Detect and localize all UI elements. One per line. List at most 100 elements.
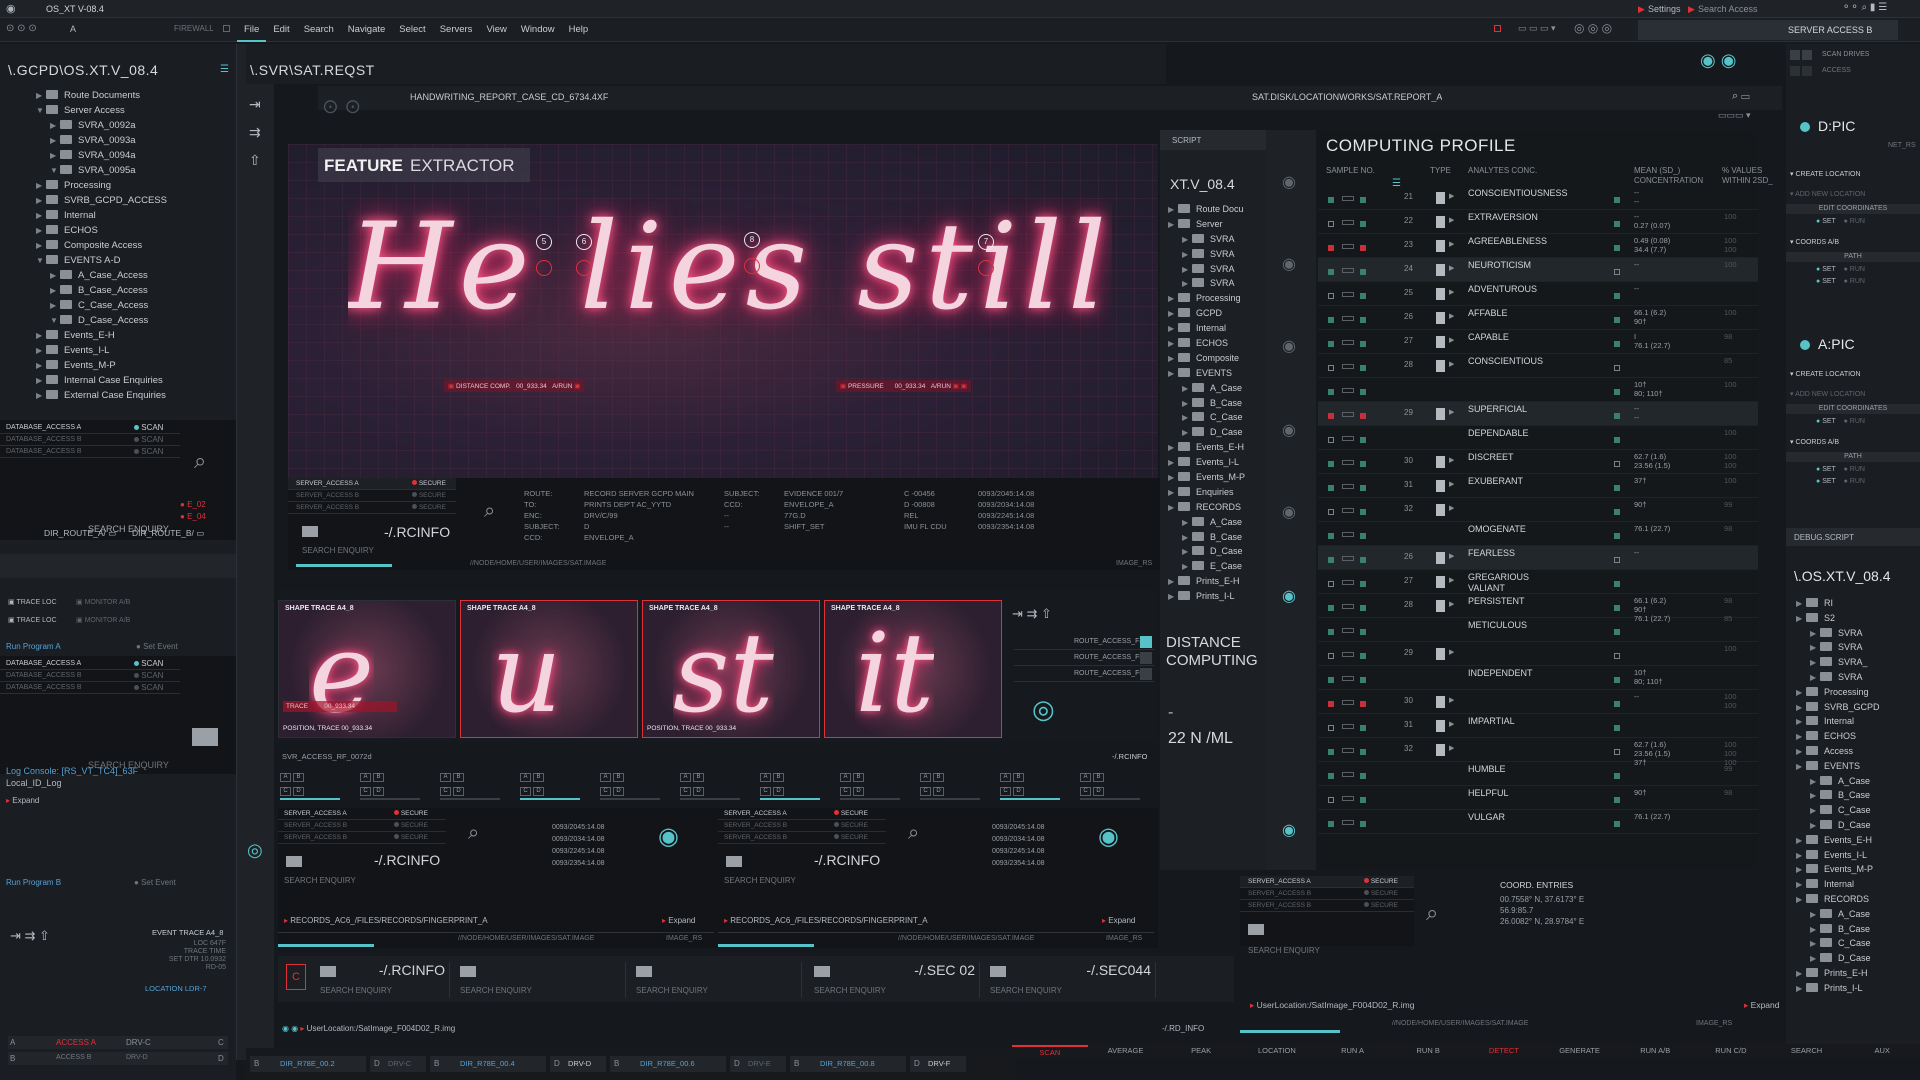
shield-icon[interactable]: ◉ bbox=[658, 822, 679, 851]
marker-5[interactable]: 5 bbox=[536, 234, 552, 250]
cell-b[interactable]: B bbox=[373, 773, 384, 782]
script-tree-item[interactable]: ▶ EVENTS bbox=[1164, 366, 1266, 381]
script-tree-item[interactable]: ▶ C_Case bbox=[1164, 410, 1266, 425]
menu-file[interactable]: File bbox=[237, 18, 267, 42]
right-tree-item[interactable]: ▶ D_Case bbox=[1790, 818, 1918, 833]
debug-script-tab[interactable]: DEBUG.SCRIPT bbox=[1786, 528, 1920, 546]
dir-slot[interactable]: D DRV-E bbox=[730, 1056, 786, 1072]
tree-item[interactable]: ▶ SVRB_GCPD_ACCESS bbox=[0, 193, 236, 208]
cell-c[interactable]: C bbox=[1080, 787, 1091, 796]
tab-scan[interactable]: SCAN bbox=[1012, 1045, 1088, 1057]
chevron-right-icon[interactable]: ▶ bbox=[1168, 203, 1178, 218]
right-tree-item[interactable]: ▶ Access bbox=[1790, 744, 1918, 759]
target-icons[interactable]: ◎ ◎ ◎ bbox=[1574, 21, 1612, 35]
script-tree-item[interactable]: ▶ A_Case bbox=[1164, 515, 1266, 530]
shape-trace-card[interactable]: SHAPE TRACE A4_8 u bbox=[460, 600, 638, 738]
cell-a[interactable]: A bbox=[360, 773, 371, 782]
folder-icon[interactable] bbox=[990, 966, 1006, 977]
dir-slot[interactable]: B DIR_R78E_00.6 bbox=[610, 1056, 726, 1072]
route-access-toggle[interactable] bbox=[1140, 668, 1152, 680]
right-tree-item[interactable]: ▶ Events_I-L bbox=[1790, 848, 1918, 863]
cell-a[interactable]: A bbox=[760, 773, 771, 782]
chevron-right-icon[interactable]: ▶ bbox=[1182, 248, 1192, 263]
drive-3[interactable] bbox=[1790, 66, 1800, 76]
right-tree-item[interactable]: ▶ S2 bbox=[1790, 611, 1918, 626]
chevron-right-icon[interactable]: ▶ bbox=[1168, 322, 1178, 337]
doc-icon[interactable] bbox=[1436, 456, 1445, 468]
tree-item[interactable]: ▶ SVRA_0094a bbox=[0, 148, 236, 163]
shield-icon[interactable]: ◉ bbox=[1098, 822, 1119, 851]
right-tree-item[interactable]: ▶ B_Case bbox=[1790, 922, 1918, 937]
tab-run-c-d[interactable]: RUN C/D bbox=[1693, 1045, 1769, 1057]
cell-b[interactable]: B bbox=[933, 773, 944, 782]
cell-d[interactable]: D bbox=[613, 787, 624, 796]
script-tree-item[interactable]: ▶ Events_E-H bbox=[1164, 440, 1266, 455]
chevron-down-icon[interactable]: ▼ bbox=[50, 163, 60, 178]
c-badge[interactable]: C bbox=[286, 964, 306, 990]
doc-icon[interactable] bbox=[1436, 240, 1445, 252]
profile-row[interactable]: HELPFUL 90† 98 bbox=[1318, 786, 1758, 810]
cell-b[interactable]: B bbox=[773, 773, 784, 782]
server-access-row[interactable]: SERVER_ACCESS B SECURE bbox=[718, 832, 886, 844]
rcinfo-label[interactable]: -/.RCINFO bbox=[814, 852, 880, 868]
tab-aux[interactable]: AUX bbox=[1844, 1045, 1920, 1057]
play-icon[interactable]: ▶ bbox=[1449, 480, 1454, 488]
forward-icon[interactable]: ⇉ bbox=[249, 124, 261, 141]
shape-action-icons[interactable]: ⇥ ⇉ ⇧ bbox=[1012, 606, 1052, 622]
script-tree-item[interactable]: ▶ D_Case bbox=[1164, 425, 1266, 440]
script-tree-item[interactable]: ▶ SVRA bbox=[1164, 276, 1266, 291]
search-enquiry[interactable]: SEARCH ENQUIRY bbox=[460, 986, 532, 995]
chevron-right-icon[interactable]: ▶ bbox=[36, 223, 46, 238]
chevron-right-icon[interactable]: ▶ bbox=[1182, 263, 1192, 278]
right-tree-item[interactable]: ▶ SVRB_GCPD bbox=[1790, 700, 1918, 715]
route-access-toggle[interactable] bbox=[1140, 636, 1152, 648]
chevron-right-icon[interactable]: ▶ bbox=[50, 298, 60, 313]
play-icon[interactable]: ▶ bbox=[1449, 720, 1454, 728]
profile-expand[interactable]: ▸ Expand bbox=[1744, 1000, 1780, 1011]
dial-icon[interactable]: ◉ bbox=[1282, 172, 1296, 192]
chevron-right-icon[interactable]: ▶ bbox=[1168, 471, 1178, 486]
trace-loc-1[interactable]: ▣ TRACE LOC bbox=[8, 598, 57, 606]
cell-d[interactable]: D bbox=[933, 787, 944, 796]
coords-ab[interactable]: ▾ COORDS A/B bbox=[1790, 238, 1839, 246]
edit-coordinates[interactable]: EDIT COORDINATES bbox=[1786, 204, 1920, 214]
cell-d[interactable]: D bbox=[533, 787, 544, 796]
play-icon[interactable]: ▶ bbox=[1449, 504, 1454, 512]
search-enquiry[interactable]: SEARCH ENQUIRY bbox=[990, 986, 1062, 995]
doc-icon[interactable] bbox=[1436, 744, 1445, 756]
chevron-right-icon[interactable]: ▶ bbox=[1810, 804, 1820, 819]
folder-icon[interactable] bbox=[192, 728, 218, 746]
layout-icons[interactable]: ▭ ▭ ▭ ▾ bbox=[1518, 23, 1556, 34]
cell-d[interactable]: D bbox=[693, 787, 704, 796]
cell-c[interactable]: C bbox=[760, 787, 771, 796]
chevron-right-icon[interactable]: ▶ bbox=[1796, 612, 1806, 627]
script-tree-item[interactable]: ▶ Events_I-L bbox=[1164, 455, 1266, 470]
chevron-right-icon[interactable]: ▶ bbox=[1796, 878, 1806, 893]
script-tree-item[interactable]: ▶ Route Docu bbox=[1164, 202, 1266, 217]
dir-slot[interactable]: B DIR_R78E_00.8 bbox=[790, 1056, 906, 1072]
dial-icon[interactable]: ◉ bbox=[1282, 254, 1296, 274]
folder-icon[interactable] bbox=[726, 856, 742, 867]
chevron-right-icon[interactable]: ▶ bbox=[1796, 686, 1806, 701]
right-tree-item[interactable]: ▶ Events_E-H bbox=[1790, 833, 1918, 848]
scan-button[interactable]: SCAN bbox=[134, 683, 163, 692]
cell-b[interactable]: B bbox=[1013, 773, 1024, 782]
upload-icon[interactable]: ⇧ bbox=[249, 152, 261, 169]
chevron-right-icon[interactable]: ▶ bbox=[1168, 456, 1178, 471]
chevron-right-icon[interactable]: ▶ bbox=[36, 358, 46, 373]
doc-icon[interactable] bbox=[1436, 648, 1445, 660]
set-run-3[interactable]: ● SET ● RUN bbox=[1816, 278, 1865, 285]
chevron-right-icon[interactable]: ▶ bbox=[36, 388, 46, 403]
doc-icon[interactable] bbox=[1436, 192, 1445, 204]
profile-search-enquiry[interactable]: SEARCH ENQUIRY bbox=[1248, 946, 1320, 955]
chevron-right-icon[interactable]: ▶ bbox=[1810, 819, 1820, 834]
server-access-b-tab[interactable]: SERVER ACCESS B bbox=[1638, 20, 1898, 40]
right-tree-item[interactable]: ▶ Processing bbox=[1790, 685, 1918, 700]
right-tree-item[interactable]: ▶ Prints_E-H bbox=[1790, 966, 1918, 981]
chevron-right-icon[interactable]: ▶ bbox=[1168, 367, 1178, 382]
search-icon[interactable]: ⌕ bbox=[194, 448, 206, 474]
tab-peak[interactable]: PEAK bbox=[1163, 1045, 1239, 1057]
doc-icon[interactable] bbox=[1436, 264, 1445, 276]
cell-c[interactable]: C bbox=[840, 787, 851, 796]
cell-b[interactable]: B bbox=[1093, 773, 1104, 782]
